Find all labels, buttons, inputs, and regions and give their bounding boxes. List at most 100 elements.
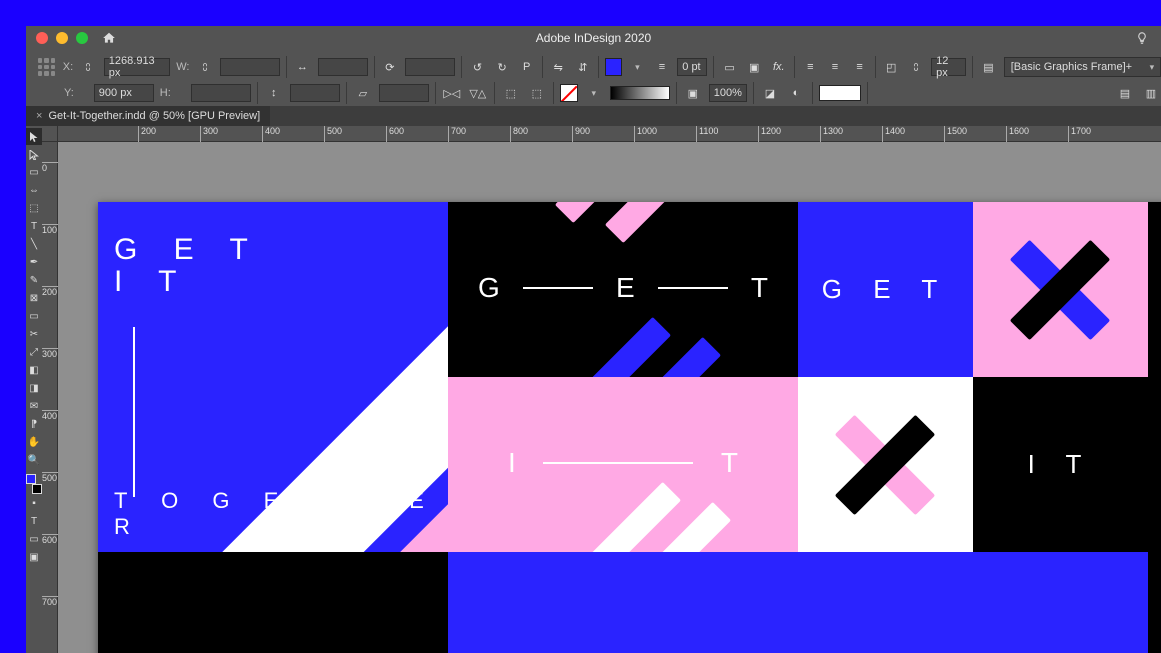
- stroke-weight-icon[interactable]: ≡: [653, 57, 672, 77]
- rotate-field[interactable]: [405, 58, 455, 76]
- scale-y-field[interactable]: [290, 84, 340, 102]
- line-tool[interactable]: ╲: [26, 236, 42, 253]
- fill-stroke-proxy[interactable]: [26, 474, 42, 494]
- ruler-origin[interactable]: [42, 126, 58, 142]
- align-left-icon[interactable]: ≡: [801, 57, 820, 77]
- shear-icon[interactable]: ▱: [353, 83, 373, 103]
- auto-fit-icon[interactable]: ▣: [683, 83, 703, 103]
- stroke-dropdown-icon[interactable]: ▾: [584, 83, 604, 103]
- stroke-swatch[interactable]: [560, 84, 578, 102]
- horizontal-ruler[interactable]: 2003004005006007008009001000110012001300…: [58, 126, 1161, 142]
- stroke-style[interactable]: [610, 86, 670, 100]
- scale-x-field[interactable]: [318, 58, 368, 76]
- eyedropper-tool[interactable]: ⁋: [26, 416, 42, 433]
- gap-tool[interactable]: ⇔: [26, 182, 42, 199]
- rotate-cw-icon[interactable]: ↻: [493, 57, 512, 77]
- vertical-ruler[interactable]: 0100200300400500600700: [42, 142, 58, 653]
- minimize-window-button[interactable]: [56, 32, 68, 44]
- rectangle-frame-tool[interactable]: ⊠: [26, 290, 42, 307]
- tile-get-l[interactable]: G E T: [448, 202, 798, 377]
- flip-v-icon[interactable]: ⇵: [574, 57, 593, 77]
- align-right-icon[interactable]: ≡: [850, 57, 869, 77]
- w-field[interactable]: [220, 58, 280, 76]
- h-label: H:: [160, 87, 171, 99]
- close-window-button[interactable]: [36, 32, 48, 44]
- effects-icon[interactable]: fx.: [769, 57, 788, 77]
- link-xy-icon[interactable]: [79, 57, 98, 77]
- select-next-icon[interactable]: ⬚: [527, 83, 547, 103]
- corner-field[interactable]: 12 px: [931, 58, 966, 76]
- scale-y-icon[interactable]: ↕: [264, 83, 284, 103]
- content-collector-tool[interactable]: ⬚: [26, 200, 42, 217]
- preview-swatch[interactable]: [819, 85, 861, 101]
- y-field[interactable]: 900 px: [94, 84, 154, 102]
- x-field[interactable]: 1268.913 px: [104, 58, 170, 76]
- selection-tool[interactable]: [26, 128, 42, 145]
- pencil-tool[interactable]: ✎: [26, 272, 42, 289]
- type-tool[interactable]: T: [26, 218, 42, 235]
- page-tool[interactable]: ▭: [26, 164, 42, 181]
- flip-h-icon[interactable]: ⇋: [549, 57, 568, 77]
- fill-dropdown-icon[interactable]: ▾: [628, 57, 647, 77]
- corner-link-icon[interactable]: [906, 57, 925, 77]
- object-style-select[interactable]: [Basic Graphics Frame]+ ▾: [1004, 57, 1161, 77]
- tools-panel: ▭ ⇔ ⬚ T ╲ ✒ ✎ ⊠ ▭ ✂ ⤢ ◧ ◨ ✉ ⁋ ✋ 🔍 ▪ T ▭ …: [26, 126, 42, 653]
- h-field[interactable]: [191, 84, 251, 102]
- tips-icon[interactable]: [1135, 31, 1149, 45]
- align-center-icon[interactable]: ≡: [826, 57, 845, 77]
- select-prev-icon[interactable]: ⬚: [501, 83, 521, 103]
- p-icon[interactable]: P: [517, 57, 536, 77]
- object-style-label: [Basic Graphics Frame]+: [1011, 61, 1132, 73]
- drop-shadow-icon[interactable]: ◪: [760, 83, 780, 103]
- panel-menu-icon[interactable]: ▤: [1115, 83, 1135, 103]
- flip-h2-icon[interactable]: ▷◁: [442, 83, 462, 103]
- apply-color-icon[interactable]: ▪: [26, 495, 42, 512]
- panel-collapse-icon[interactable]: ▥: [1141, 83, 1161, 103]
- frame-fit2-icon[interactable]: ▣: [745, 57, 764, 77]
- tile-together[interactable]: T O G E T H E R: [448, 552, 798, 653]
- tile-getit[interactable]: G E TI T T O G E T H E R: [98, 202, 448, 552]
- tile-x-white[interactable]: [798, 377, 973, 552]
- opacity-icon[interactable]: ◐: [786, 83, 806, 103]
- opacity-field[interactable]: 100%: [709, 84, 747, 102]
- pen-tool[interactable]: ✒: [26, 254, 42, 271]
- tile-it-l[interactable]: I T: [448, 377, 798, 552]
- corner-options-icon[interactable]: ◰: [882, 57, 901, 77]
- tile-it-sm[interactable]: I T: [973, 377, 1148, 552]
- note-tool[interactable]: ✉: [26, 398, 42, 415]
- shear-field[interactable]: [379, 84, 429, 102]
- gradient-swatch-tool[interactable]: ◧: [26, 362, 42, 379]
- scale-x-icon[interactable]: ↔: [293, 57, 312, 77]
- chevron-down-icon: ▾: [1150, 62, 1155, 73]
- scissors-tool[interactable]: ✂: [26, 326, 42, 343]
- rectangle-tool[interactable]: ▭: [26, 308, 42, 325]
- home-icon[interactable]: [102, 31, 116, 45]
- tile-get-sm[interactable]: G E T: [798, 202, 973, 377]
- flip-v2-icon[interactable]: ▽△: [468, 83, 488, 103]
- tile-together2[interactable]: T O G E T H E R: [798, 552, 1148, 653]
- close-tab-icon[interactable]: ×: [36, 110, 42, 122]
- direct-selection-tool[interactable]: [26, 146, 42, 163]
- screen-mode-icon[interactable]: ▣: [26, 549, 42, 566]
- tile-x-pink[interactable]: [973, 202, 1148, 377]
- canvas[interactable]: G E TI T T O G E T H E R G: [58, 142, 1161, 653]
- reference-point[interactable]: [36, 56, 57, 78]
- document-tab-label: Get-It-Together.indd @ 50% [GPU Preview]: [48, 110, 260, 122]
- link-wh-icon[interactable]: [195, 57, 214, 77]
- get-label: G E T: [822, 276, 949, 303]
- fill-swatch[interactable]: [605, 58, 622, 76]
- rotate-icon[interactable]: ⟳: [381, 57, 400, 77]
- view-mode-icon[interactable]: ▭: [26, 531, 42, 548]
- document-page[interactable]: G E TI T T O G E T H E R G: [98, 202, 1161, 653]
- maximize-window-button[interactable]: [76, 32, 88, 44]
- rotate-ccw-icon[interactable]: ↺: [468, 57, 487, 77]
- free-transform-tool[interactable]: ⤢: [26, 344, 42, 361]
- gradient-feather-tool[interactable]: ◨: [26, 380, 42, 397]
- stroke-weight-field[interactable]: 0 pt: [677, 58, 707, 76]
- frame-fit-icon[interactable]: ▭: [720, 57, 739, 77]
- zoom-tool[interactable]: 🔍: [26, 452, 42, 469]
- text-wrap-none-icon[interactable]: ▤: [979, 57, 998, 77]
- apply-text-icon[interactable]: T: [26, 513, 42, 530]
- hand-tool[interactable]: ✋: [26, 434, 42, 451]
- document-tab[interactable]: × Get-It-Together.indd @ 50% [GPU Previe…: [26, 106, 270, 126]
